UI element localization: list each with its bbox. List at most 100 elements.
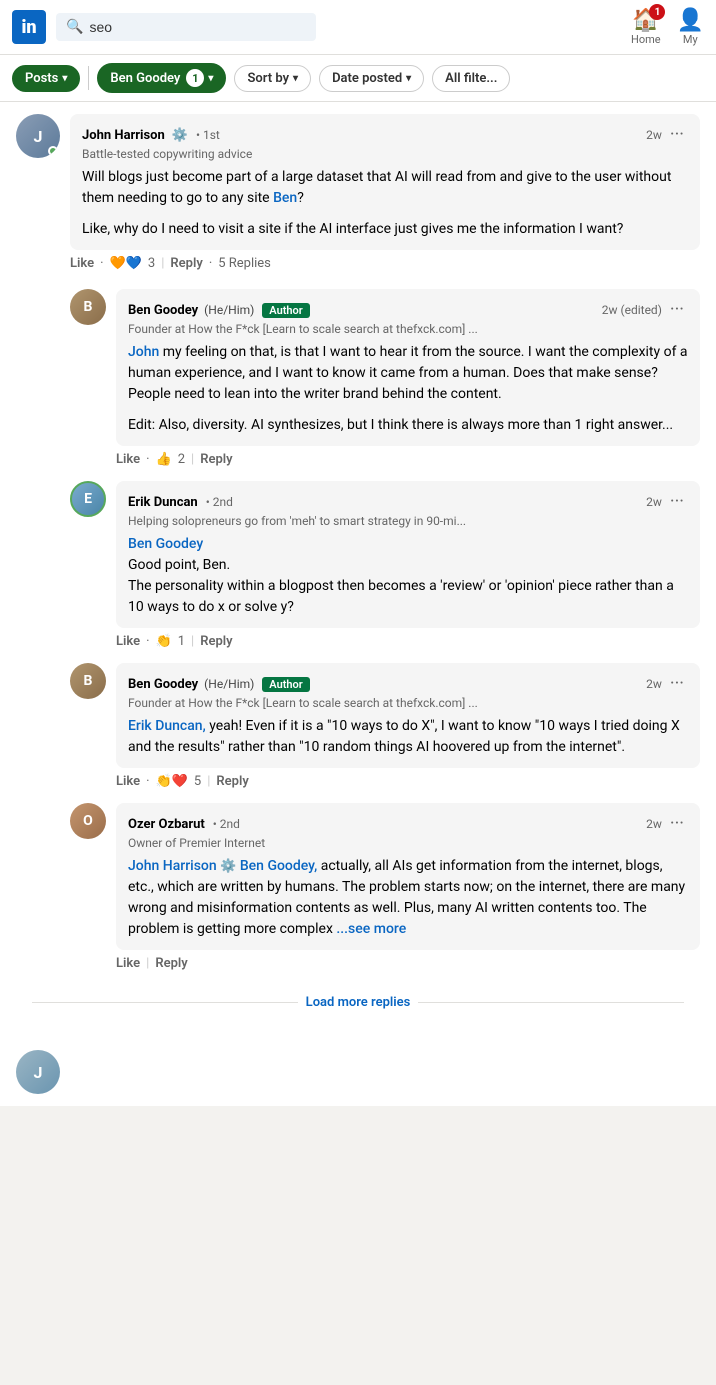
reactions: 🧡💙 bbox=[110, 256, 142, 271]
comment-subtitle: Founder at How the F*ck [Learn to scale … bbox=[128, 322, 688, 336]
filter-divider bbox=[88, 66, 89, 90]
pronouns: (He/Him) bbox=[204, 677, 254, 691]
mention-ben[interactable]: Ben Goodey bbox=[128, 536, 203, 552]
pronouns: (He/Him) bbox=[204, 303, 254, 317]
like-button[interactable]: Like bbox=[116, 452, 140, 467]
comment-actions: Like · 👍 2 | Reply bbox=[116, 450, 700, 469]
comment-actions: Like · 👏 1 | Reply bbox=[116, 632, 700, 651]
reply-button[interactable]: Reply bbox=[216, 774, 248, 789]
commenter-name: John Harrison bbox=[82, 128, 165, 143]
more-options-button[interactable]: ··· bbox=[666, 491, 688, 512]
mention-erik[interactable]: Erik Duncan, bbox=[128, 718, 206, 734]
comment-time: 2w (edited) ··· bbox=[602, 299, 688, 320]
commenter-name: Ozer Ozbarut bbox=[128, 817, 205, 832]
chevron-down-icon: ▾ bbox=[406, 73, 411, 84]
like-button[interactable]: Like bbox=[116, 956, 140, 971]
all-filters-filter[interactable]: All filte... bbox=[432, 65, 510, 92]
mention-john[interactable]: John Harrison bbox=[128, 858, 217, 874]
reaction-count: 2 bbox=[178, 452, 185, 467]
mention-john[interactable]: John bbox=[128, 344, 159, 360]
reactions: 👏❤️ bbox=[156, 774, 188, 789]
date-posted-filter[interactable]: Date posted ▾ bbox=[319, 65, 424, 92]
header-right: 🏠 1 Home 👤 My bbox=[631, 8, 704, 46]
reply-ben-1: B Ben Goodey (He/Him) Author 2w (edited)… bbox=[70, 289, 700, 469]
avatar: B bbox=[70, 663, 106, 699]
reply-button[interactable]: Reply bbox=[200, 634, 232, 649]
mention-ben[interactable]: Ben Goodey, bbox=[240, 858, 317, 874]
comment-header: Ozer Ozbarut • 2nd 2w ··· bbox=[128, 813, 688, 834]
john-harrison-comment: J John Harrison ⚙️ • 1st 2w ··· bbox=[16, 114, 700, 273]
more-options-button[interactable]: ··· bbox=[666, 299, 688, 320]
sort-by-filter[interactable]: Sort by ▾ bbox=[234, 65, 311, 92]
verified-icon: ⚙️ bbox=[172, 128, 188, 143]
degree-badge: • 2nd bbox=[213, 817, 240, 831]
chevron-down-icon: ▾ bbox=[62, 73, 67, 84]
filter-count-badge: 1 bbox=[186, 69, 204, 87]
avatar: J bbox=[16, 1050, 60, 1094]
search-icon: 🔍 bbox=[66, 19, 83, 35]
my-icon: 👤 bbox=[677, 8, 704, 33]
comment-body: John Harrison ⚙️ • 1st 2w ··· Battle-tes… bbox=[70, 114, 700, 273]
comment-bubble: Ben Goodey (He/Him) Author 2w (edited) ·… bbox=[116, 289, 700, 446]
comment-text: Erik Duncan, yeah! Even if it is a "10 w… bbox=[128, 716, 688, 758]
online-indicator bbox=[48, 146, 58, 156]
comment-body: Ben Goodey (He/Him) Author 2w (edited) ·… bbox=[116, 289, 700, 469]
reply-ozer: O Ozer Ozbarut • 2nd 2w ··· bbox=[70, 803, 700, 973]
degree-badge: • 1st bbox=[196, 128, 220, 142]
author-badge: Author bbox=[262, 303, 309, 318]
reply-button[interactable]: Reply bbox=[200, 452, 232, 467]
more-options-button[interactable]: ··· bbox=[666, 673, 688, 694]
more-options-button[interactable]: ··· bbox=[666, 124, 688, 145]
more-options-button[interactable]: ··· bbox=[666, 813, 688, 834]
comment-subtitle: Founder at How the F*ck [Learn to scale … bbox=[128, 696, 688, 710]
load-more-button[interactable]: Load more replies bbox=[306, 995, 411, 1010]
gear-icon: ⚙️ bbox=[220, 859, 236, 874]
like-button[interactable]: Like bbox=[116, 634, 140, 649]
see-more-link[interactable]: ...see more bbox=[336, 921, 406, 937]
reply-ben-2: B Ben Goodey (He/Him) Author 2w ··· bbox=[70, 663, 700, 791]
comment-text-edit: Edit: Also, diversity. AI synthesizes, b… bbox=[128, 415, 688, 436]
replies-section: B Ben Goodey (He/Him) Author 2w (edited)… bbox=[70, 289, 700, 973]
avatar: O bbox=[70, 803, 106, 839]
home-nav[interactable]: 🏠 1 Home bbox=[631, 8, 661, 46]
commenter-name: Ben Goodey bbox=[128, 677, 198, 692]
reaction-count: 5 bbox=[194, 774, 201, 789]
comment-actions: Like · 🧡💙 3 | Reply · 5 Replies bbox=[70, 254, 700, 273]
my-nav[interactable]: 👤 My bbox=[677, 8, 704, 46]
like-button[interactable]: Like bbox=[116, 774, 140, 789]
comment-header: Ben Goodey (He/Him) Author 2w (edited) ·… bbox=[128, 299, 688, 320]
comment-text-2: Like, why do I need to visit a site if t… bbox=[82, 219, 688, 240]
reply-button[interactable]: Reply bbox=[155, 956, 187, 971]
reactions: 👏 bbox=[156, 634, 172, 649]
comment-body: Ben Goodey (He/Him) Author 2w ··· Founde… bbox=[116, 663, 700, 791]
comment-header: Ben Goodey (He/Him) Author 2w ··· bbox=[128, 673, 688, 694]
comment-text: Ben Goodey Good point, Ben. The personal… bbox=[128, 534, 688, 618]
reactions: 👍 bbox=[156, 452, 172, 467]
divider-line bbox=[32, 1002, 298, 1003]
comment-subtitle: Owner of Premier Internet bbox=[128, 836, 688, 850]
commenter-name: Erik Duncan bbox=[128, 495, 198, 510]
posts-filter[interactable]: Posts ▾ bbox=[12, 65, 80, 92]
comment-bubble: Ben Goodey (He/Him) Author 2w ··· Founde… bbox=[116, 663, 700, 768]
mention-ben[interactable]: Ben bbox=[273, 190, 297, 206]
comment-time: 2w ··· bbox=[646, 491, 688, 512]
linkedin-logo: in bbox=[12, 10, 46, 44]
filter-bar: Posts ▾ Ben Goodey 1 ▾ Sort by ▾ Date po… bbox=[0, 55, 716, 102]
reply-erik: E Erik Duncan • 2nd 2w ··· bbox=[70, 481, 700, 651]
search-box[interactable]: 🔍 bbox=[56, 13, 316, 41]
degree-badge: • 2nd bbox=[206, 495, 233, 509]
search-input[interactable] bbox=[89, 19, 306, 35]
avatar: E bbox=[70, 481, 106, 517]
comment-bubble: Ozer Ozbarut • 2nd 2w ··· Owner of Premi… bbox=[116, 803, 700, 950]
ben-goodey-filter[interactable]: Ben Goodey 1 ▾ bbox=[97, 63, 226, 93]
like-button[interactable]: Like bbox=[70, 256, 94, 271]
bottom-post-partial: J bbox=[0, 1038, 716, 1106]
comment-time: 2w ··· bbox=[646, 124, 688, 145]
divider-line bbox=[418, 1002, 684, 1003]
header: in 🔍 🏠 1 Home 👤 My bbox=[0, 0, 716, 55]
reply-button[interactable]: Reply bbox=[170, 256, 202, 271]
comment-bubble: Erik Duncan • 2nd 2w ··· Helping solopre… bbox=[116, 481, 700, 628]
load-more-section: Load more replies bbox=[16, 985, 700, 1026]
reaction-count: 1 bbox=[178, 634, 185, 649]
notification-badge: 1 bbox=[649, 4, 665, 20]
